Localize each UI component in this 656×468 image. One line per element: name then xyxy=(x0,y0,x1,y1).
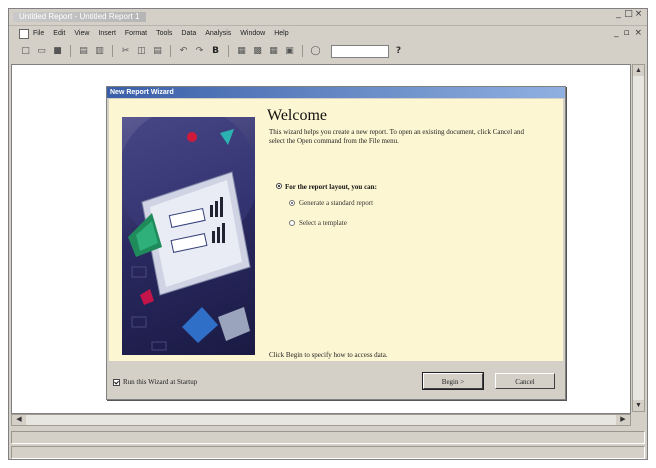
toolbar-separator xyxy=(112,45,113,57)
menu-window[interactable]: Window xyxy=(240,30,265,37)
wizard-illustration xyxy=(122,117,255,355)
document-icon[interactable] xyxy=(19,28,29,39)
preview-icon[interactable]: ▥ xyxy=(93,45,106,57)
standard-report-radio[interactable] xyxy=(289,200,295,206)
scroll-up-icon[interactable]: ▲ xyxy=(633,65,644,76)
begin-hint-text: Click Begin to specify how to access dat… xyxy=(269,351,388,359)
menu-edit[interactable]: Edit xyxy=(53,30,65,37)
toolbar-separator xyxy=(170,45,171,57)
template-label[interactable]: Select a template xyxy=(299,219,347,227)
startup-label[interactable]: Run this Wizard at Startup xyxy=(123,378,197,386)
scroll-right-icon[interactable]: ▶ xyxy=(616,415,630,425)
intro-text: This wizard helps you create a new repor… xyxy=(269,128,524,145)
table-icon[interactable]: ▦ xyxy=(267,45,280,57)
bold-icon[interactable]: B xyxy=(209,45,222,57)
title-bar[interactable]: Untitled Report - Untitled Report 1 _ □ … xyxy=(9,9,647,26)
status-panel xyxy=(11,446,645,459)
zoom-icon[interactable]: ◯ xyxy=(309,45,322,57)
toolbar-separator xyxy=(228,45,229,57)
close-icon[interactable]: × xyxy=(634,10,643,19)
dialog-title[interactable]: New Report Wizard xyxy=(107,87,565,98)
welcome-heading: Welcome xyxy=(267,107,328,124)
horizontal-scrollbar[interactable]: ◀ ▶ xyxy=(11,414,631,426)
paste-icon[interactable]: ▤ xyxy=(151,45,164,57)
zoom-combo[interactable] xyxy=(331,44,389,58)
menu-bar: File Edit View Insert Format Tools Data … xyxy=(9,26,647,41)
status-panel xyxy=(11,431,645,444)
toolbar-separator xyxy=(302,45,303,57)
menu-help[interactable]: Help xyxy=(274,30,288,37)
menu-analysis[interactable]: Analysis xyxy=(205,30,231,37)
vertical-scrollbar[interactable]: ▲ ▼ xyxy=(632,64,645,412)
field-icon[interactable]: ▦ xyxy=(235,45,248,57)
menu-tools[interactable]: Tools xyxy=(156,30,172,37)
startup-checkbox[interactable] xyxy=(113,379,120,386)
template-radio[interactable] xyxy=(289,220,295,226)
cancel-button[interactable]: Cancel xyxy=(495,373,555,389)
report-illustration-icon xyxy=(122,117,255,351)
menu-file[interactable]: File xyxy=(33,30,44,37)
standard-report-label[interactable]: Generate a standard report xyxy=(299,199,373,207)
toolbar: □ ▭ ■ ▤ ▥ ✂ ◫ ▤ ↶ ↷ B ▦ ▩ ▦ ▣ ◯ ? xyxy=(9,42,647,60)
document-window-controls[interactable]: _ ▫ × xyxy=(614,28,643,38)
dialog-body: Welcome This wizard helps you create a n… xyxy=(109,99,563,361)
minimize-icon[interactable]: _ xyxy=(614,10,623,19)
copy-icon[interactable]: ◫ xyxy=(135,45,148,57)
undo-icon[interactable]: ↶ xyxy=(177,45,190,57)
menu-data[interactable]: Data xyxy=(181,30,196,37)
menu-view[interactable]: View xyxy=(74,30,89,37)
chart-icon[interactable]: ▩ xyxy=(251,45,264,57)
scroll-down-icon[interactable]: ▼ xyxy=(633,400,644,411)
help-icon[interactable]: ? xyxy=(392,45,405,57)
open-icon[interactable]: ▭ xyxy=(35,45,48,57)
menu-format[interactable]: Format xyxy=(125,30,147,37)
print-icon[interactable]: ▤ xyxy=(77,45,90,57)
menu-insert[interactable]: Insert xyxy=(98,30,116,37)
begin-button[interactable]: Begin > xyxy=(422,372,484,390)
cut-icon[interactable]: ✂ xyxy=(119,45,132,57)
toolbar-separator xyxy=(70,45,71,57)
layout-heading: For the report layout, you can: xyxy=(285,183,377,191)
window-title: Untitled Report - Untitled Report 1 xyxy=(13,12,146,22)
picture-icon[interactable]: ▣ xyxy=(283,45,296,57)
new-icon[interactable]: □ xyxy=(19,45,32,57)
redo-icon[interactable]: ↷ xyxy=(193,45,206,57)
maximize-icon[interactable]: □ xyxy=(624,10,633,19)
scroll-left-icon[interactable]: ◀ xyxy=(12,415,26,425)
layout-option-radio[interactable] xyxy=(276,183,282,189)
new-report-wizard-dialog: New Report Wizard Welcome This wizard he… xyxy=(106,86,566,400)
status-bar xyxy=(9,429,647,459)
window-controls: _ □ × xyxy=(614,10,643,19)
save-icon[interactable]: ■ xyxy=(51,45,64,57)
